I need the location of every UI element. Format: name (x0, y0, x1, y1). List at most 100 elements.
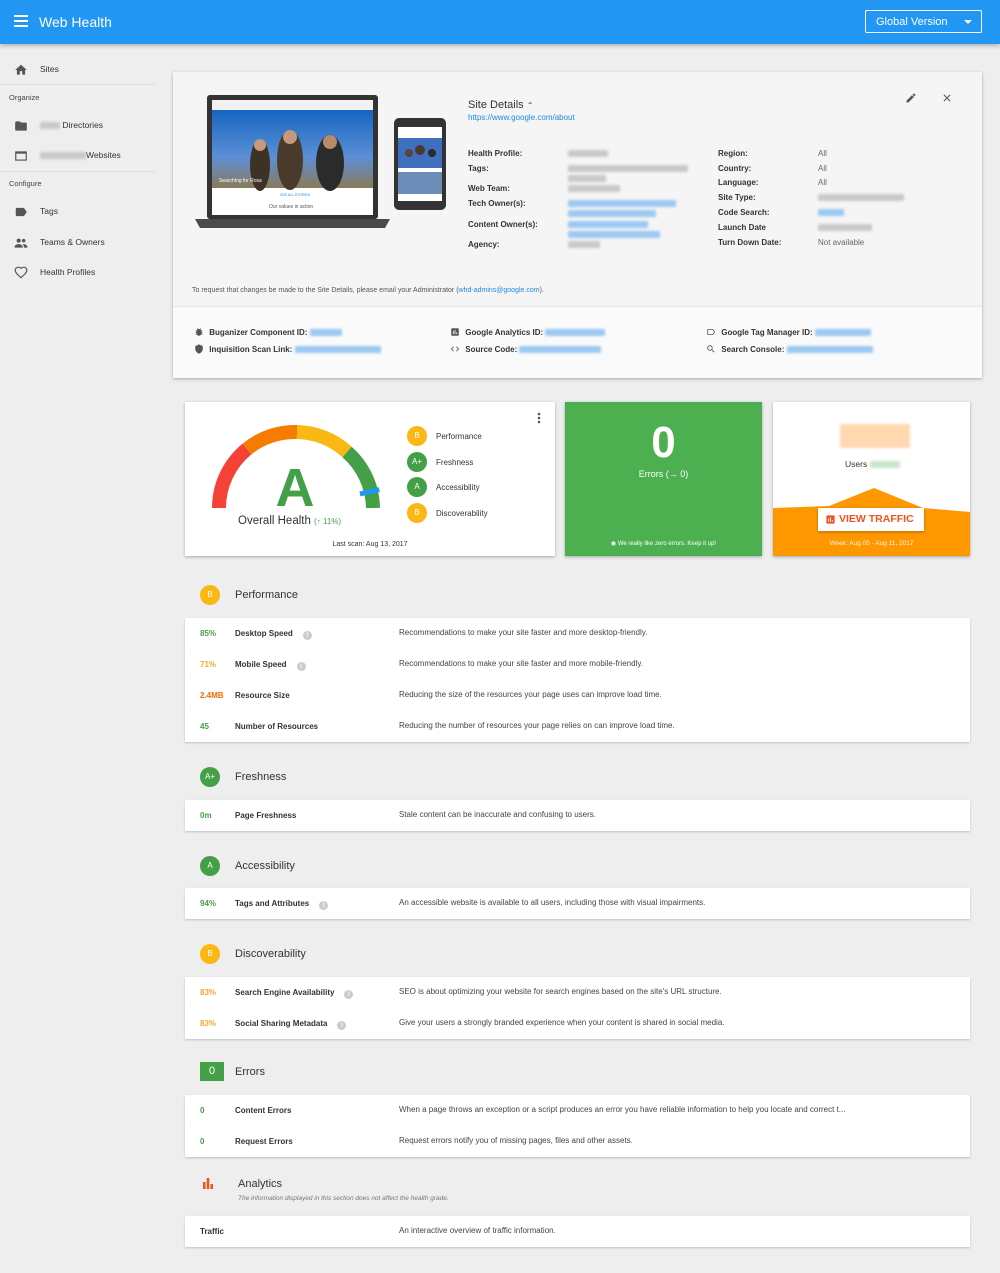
performance-category-label[interactable]: Performance (436, 432, 482, 441)
table-row[interactable]: 85% Desktop Speed! Recommendations to ma… (185, 618, 970, 649)
site-url-link[interactable]: https://www.google.com/about (468, 113, 575, 122)
metric-name: Mobile Speed! (235, 660, 306, 671)
redacted-link[interactable] (309, 329, 342, 337)
info-icon[interactable]: ! (302, 631, 312, 640)
pencil-icon[interactable] (905, 92, 917, 104)
site-details-toggle[interactable]: Site Details ⌃ (468, 99, 533, 111)
metric-name: Request Errors (235, 1137, 293, 1146)
redacted-link[interactable] (568, 210, 656, 217)
metric-name: Resource Size (235, 691, 290, 700)
sidebar-item-health-profiles[interactable]: Health Profiles (0, 260, 155, 286)
table-row[interactable]: 0m Page Freshness Stale content can be i… (185, 800, 970, 831)
agency-label: Agency: (468, 240, 500, 249)
table-row[interactable]: 0 Content Errors When a page throws an e… (185, 1095, 970, 1126)
performance-grade-badge[interactable]: B (407, 426, 427, 446)
country-label: Country: (718, 164, 752, 173)
sidebar-item-tags[interactable]: Tags (0, 199, 155, 225)
discoverability-section-title: Discoverability (235, 948, 306, 960)
redacted-link[interactable] (519, 346, 602, 354)
view-traffic-label: VIEW TRAFFIC (839, 513, 914, 525)
table-row[interactable]: 83% Social Sharing Metadata! Give your u… (185, 1008, 970, 1039)
redacted-text (818, 194, 904, 201)
metric-description: Recommendations to make your site faster… (399, 659, 643, 668)
errors-count: 0 (651, 418, 676, 467)
discoverability-category-label[interactable]: Discoverability (436, 509, 488, 518)
performance-section-grade: B (200, 585, 220, 605)
errors-label: Errors (→ 0) (638, 469, 689, 479)
table-row[interactable]: 83% Search Engine Availability! SEO is a… (185, 977, 970, 1008)
buganizer-row: Buganizer Component ID: (194, 327, 342, 337)
laptop-link: SEE ALL STORIES (280, 193, 311, 197)
info-icon[interactable]: ! (344, 990, 354, 999)
menu-icon[interactable] (14, 15, 28, 27)
info-icon[interactable]: ! (337, 1021, 347, 1030)
view-traffic-button[interactable]: VIEW TRAFFIC (818, 508, 924, 531)
sidebar-item-text: Websites (86, 150, 121, 160)
errors-section-count: 0 (200, 1062, 224, 1081)
close-icon[interactable] (941, 92, 953, 104)
redacted-link[interactable] (814, 329, 871, 337)
search-console-label: Search Console: (721, 345, 785, 354)
redacted-link[interactable] (786, 346, 873, 354)
chevron-up-icon: ⌃ (526, 101, 534, 110)
heart-outline-icon (14, 266, 28, 279)
overall-health-card: A Overall Health (↑ 11%) Last scan: Aug … (185, 402, 555, 556)
search-console-row: Search Console: (706, 344, 873, 354)
table-row[interactable]: 2.4MB Resource Size Reducing the size of… (185, 680, 970, 711)
errors-change: 0 (680, 469, 686, 479)
metric-value: 0 (200, 1137, 205, 1146)
version-select[interactable]: Global Version (865, 10, 982, 33)
sidebar-item-directories[interactable]: Directories (0, 113, 155, 139)
redacted-link[interactable] (568, 231, 660, 238)
table-row[interactable]: 71% Mobile Speed! Recommendations to mak… (185, 649, 970, 680)
freshness-grade-badge[interactable]: A+ (407, 452, 427, 472)
traffic-week: Week: Aug 05 - Aug 11, 2017 (829, 540, 914, 547)
metric-value: 45 (200, 722, 209, 731)
accessibility-category-label[interactable]: Accessibility (436, 483, 480, 492)
home-icon (15, 64, 27, 75)
metric-name-text: Mobile Speed (235, 660, 287, 669)
region-value: All (818, 149, 827, 158)
accessibility-grade-badge[interactable]: A (407, 477, 427, 497)
redacted-link[interactable] (818, 209, 844, 216)
freshness-section-title: Freshness (235, 771, 287, 783)
table-row[interactable]: 0 Request Errors Request errors notify y… (185, 1126, 970, 1157)
metric-value: 94% (200, 899, 217, 908)
users-label: Users (845, 459, 900, 469)
redacted-link[interactable] (568, 221, 648, 228)
redacted-link[interactable] (545, 329, 606, 337)
health-profile-label: Health Profile: (468, 149, 523, 158)
metric-name: Page Freshness (235, 811, 297, 820)
redacted-value (869, 461, 900, 469)
note-prefix: To request that changes be made to the S… (192, 287, 459, 294)
metric-name: Number of Resources (235, 722, 319, 731)
table-row[interactable]: 45 Number of Resources Reducing the numb… (185, 711, 970, 742)
sidebar-item-sites[interactable]: Sites (0, 57, 155, 83)
more-vert-icon[interactable] (537, 412, 541, 424)
redacted-link[interactable] (568, 200, 676, 207)
info-icon[interactable]: ! (319, 901, 329, 910)
overall-health-text: Overall Health (238, 515, 311, 527)
divider (0, 84, 155, 85)
discoverability-grade-badge[interactable]: B (407, 503, 427, 523)
people-icon (14, 238, 28, 248)
gauge-segment-orange (242, 424, 298, 455)
turn-down-date-value: Not available (818, 238, 865, 247)
table-row[interactable]: 94% Tags and Attributes! An accessible w… (185, 888, 970, 919)
info-icon[interactable]: ! (296, 662, 306, 671)
sidebar-item-teams-owners[interactable]: Teams & Owners (0, 230, 155, 256)
table-row[interactable]: Traffic An interactive overview of traff… (185, 1216, 970, 1247)
errors-section-title: Errors (235, 1066, 265, 1078)
bug-icon (195, 328, 203, 336)
admin-email-link[interactable]: whd-admins@google.com (459, 287, 540, 294)
metric-description: Recommendations to make your site faster… (399, 628, 648, 637)
metric-description: Request errors notify you of missing pag… (399, 1136, 633, 1145)
analytics-id-row: Google Analytics ID: (450, 327, 606, 337)
metric-value: 0m (200, 811, 212, 820)
redacted-link[interactable] (294, 346, 381, 354)
errors-summary-card[interactable]: 0 Errors (→ 0) ◉ We really like zero err… (565, 402, 762, 556)
web-icon (15, 151, 27, 161)
freshness-category-label[interactable]: Freshness (436, 458, 473, 467)
sidebar-item-websites[interactable]: Websites (0, 143, 155, 169)
traffic-summary-card: Users VIEW TRAFFIC Week: Aug 05 - Aug 11… (773, 402, 970, 556)
